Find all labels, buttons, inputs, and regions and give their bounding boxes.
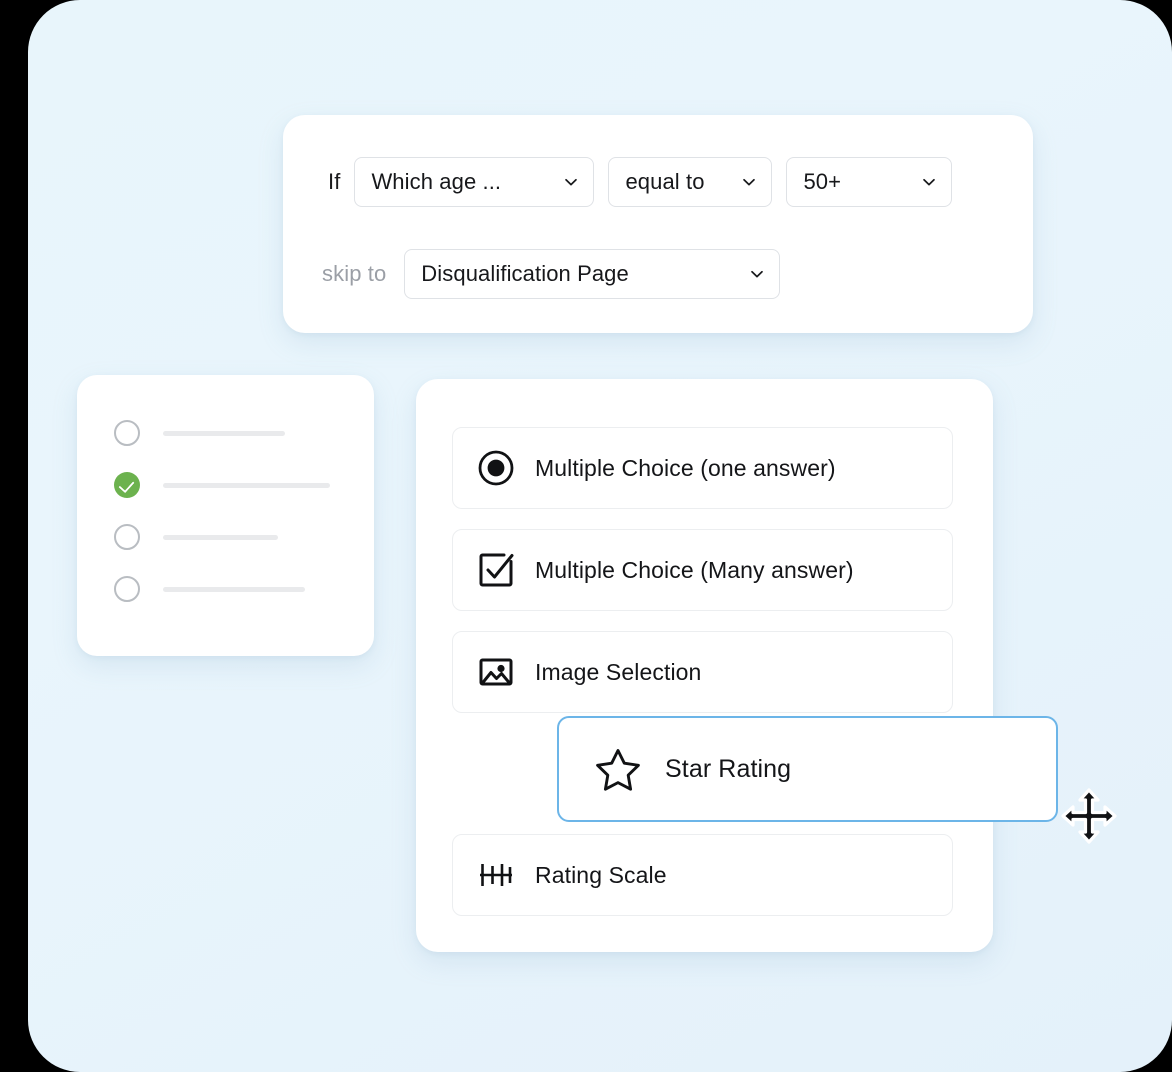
radio-unchecked-icon[interactable] — [114, 524, 140, 550]
question-type-picker-card: Multiple Choice (one answer) Multiple Ch… — [416, 379, 993, 952]
app-canvas: If Which age ... equal to 50+ skip to Di… — [28, 0, 1172, 1072]
list-item[interactable] — [114, 420, 285, 446]
chevron-down-icon — [563, 174, 579, 190]
list-item[interactable] — [114, 576, 305, 602]
answer-value-select[interactable]: 50+ — [786, 157, 953, 207]
operator-select[interactable]: equal to — [608, 157, 773, 207]
if-label: If — [328, 169, 341, 194]
question-type-star-rating-dragging[interactable]: Star Rating — [557, 716, 1058, 822]
question-type-rating-scale[interactable]: Rating Scale — [452, 834, 953, 916]
skip-target-select[interactable]: Disqualification Page — [404, 249, 781, 299]
list-item[interactable] — [114, 472, 330, 498]
conditional-logic-card: If Which age ... equal to 50+ skip to Di… — [283, 115, 1033, 333]
checkbox-check-icon — [473, 550, 519, 590]
answer-text-placeholder — [163, 482, 330, 488]
question-type-image-selection[interactable]: Image Selection — [452, 631, 953, 713]
question-type-label: Star Rating — [665, 754, 792, 783]
list-item[interactable] — [114, 524, 278, 550]
skip-to-label: skip to — [322, 261, 387, 286]
radio-unchecked-icon[interactable] — [114, 420, 140, 446]
radio-checked-icon[interactable] — [114, 472, 140, 498]
question-type-label: Multiple Choice (Many answer) — [535, 556, 854, 583]
answer-value-select-value: 50+ — [803, 169, 842, 194]
chevron-down-icon — [749, 266, 765, 282]
question-type-multiple-choice-many[interactable]: Multiple Choice (Many answer) — [452, 529, 953, 611]
image-icon — [473, 652, 519, 692]
move-four-arrows-cursor — [1060, 787, 1118, 845]
radio-unchecked-icon[interactable] — [114, 576, 140, 602]
answer-text-placeholder — [163, 586, 305, 592]
chevron-down-icon — [921, 174, 937, 190]
answer-text-placeholder — [163, 534, 278, 540]
answer-options-preview-card — [77, 375, 374, 656]
logic-action-row: skip to Disqualification Page — [322, 249, 781, 299]
radio-button-icon — [473, 448, 519, 488]
question-type-label: Multiple Choice (one answer) — [535, 454, 836, 481]
chevron-down-icon — [741, 174, 757, 190]
star-outline-icon — [589, 745, 647, 793]
rating-scale-icon — [473, 855, 519, 895]
skip-target-select-value: Disqualification Page — [421, 261, 629, 286]
question-type-label: Image Selection — [535, 658, 702, 685]
question-type-multiple-choice-one[interactable]: Multiple Choice (one answer) — [452, 427, 953, 509]
answer-text-placeholder — [163, 430, 285, 436]
logic-condition-row: If Which age ... equal to 50+ — [328, 157, 953, 207]
question-select[interactable]: Which age ... — [354, 157, 595, 207]
operator-select-value: equal to — [625, 169, 705, 194]
question-type-label: Rating Scale — [535, 861, 667, 888]
question-select-value: Which age ... — [371, 169, 502, 194]
